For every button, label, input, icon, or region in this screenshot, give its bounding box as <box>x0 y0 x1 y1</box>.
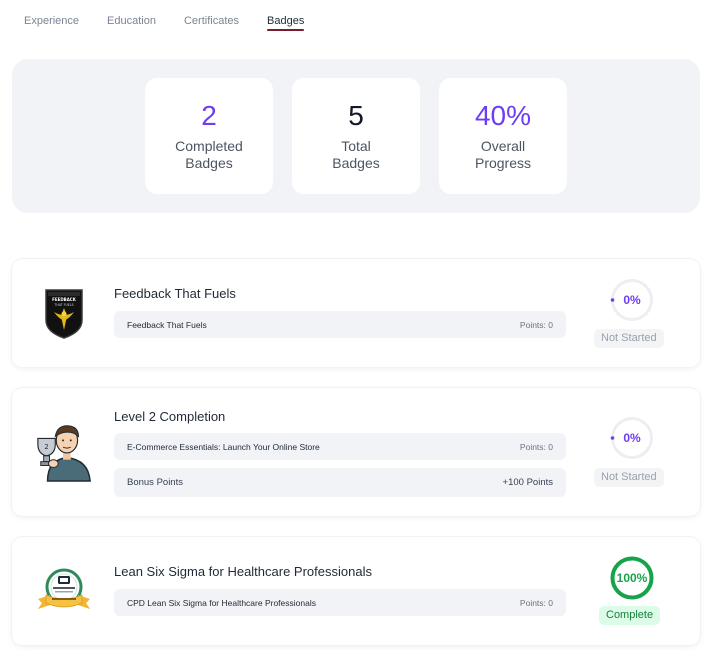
progress-percent: 0% <box>623 293 641 307</box>
bonus-points-row: Bonus Points +100 Points <box>114 468 566 497</box>
overall-progress-label: Overall Progress <box>474 138 532 171</box>
requirement-row: CPD Lean Six Sigma for Healthcare Profes… <box>114 589 566 616</box>
overall-progress-value: 40% <box>474 100 532 131</box>
tab-education[interactable]: Education <box>107 0 156 34</box>
total-badges-label: Total Badges <box>332 138 380 171</box>
progress-ring: 0% <box>610 416 654 460</box>
svg-text:FEEDBACK: FEEDBACK <box>52 297 77 302</box>
progress-percent: 100% <box>616 571 648 585</box>
requirement-points: Points: 0 <box>519 319 553 330</box>
completed-badges-label: Completed Badges <box>175 138 243 171</box>
requirement-row: Feedback That Fuels Points: 0 <box>114 311 566 338</box>
completed-badges-value: 2 <box>201 100 217 131</box>
progress-ring: 0% <box>610 278 654 322</box>
svg-text:THAT FUELS: THAT FUELS <box>53 303 73 307</box>
badge-title: Lean Six Sigma for Healthcare Profession… <box>114 564 372 579</box>
tab-certificates[interactable]: Certificates <box>184 0 239 34</box>
status-badge: Not Started <box>594 468 664 487</box>
progress-percent: 0% <box>623 431 641 445</box>
badge-card-level-2[interactable]: 2 Level 2 Completion E-Commerce Essentia… <box>12 388 700 516</box>
progress-ring: 100% <box>610 556 654 600</box>
svg-text:2: 2 <box>44 443 48 451</box>
profile-tabs: Experience Education Certificates Badges <box>24 0 332 34</box>
overall-progress-card: 40% Overall Progress <box>439 78 567 194</box>
requirement-row: E-Commerce Essentials: Launch Your Onlin… <box>114 433 566 460</box>
completed-badges-card: 2 Completed Badges <box>145 78 273 194</box>
requirement-points: Points: 0 <box>519 441 553 452</box>
bonus-points-value: +100 Points <box>502 477 553 488</box>
trophy-person-icon: 2 <box>34 416 94 486</box>
requirement-points: Points: 0 <box>519 597 553 608</box>
requirement-name: CPD Lean Six Sigma for Healthcare Profes… <box>127 597 316 608</box>
badge-card-feedback[interactable]: FEEDBACK THAT FUELS Feedback That Fuels … <box>12 259 700 367</box>
shield-badge-icon: FEEDBACK THAT FUELS <box>34 278 94 348</box>
badge-stats-panel: 2 Completed Badges 5 Total Badges 40% Ov… <box>12 59 700 213</box>
bonus-points-label: Bonus Points <box>127 477 183 488</box>
badge-title: Level 2 Completion <box>114 409 226 424</box>
tab-experience[interactable]: Experience <box>24 0 79 34</box>
badge-card-lean-six-sigma[interactable]: Lean Six Sigma for Healthcare Profession… <box>12 537 700 645</box>
tab-badges[interactable]: Badges <box>267 0 305 34</box>
total-badges-card: 5 Total Badges <box>292 78 420 194</box>
requirement-name: Feedback That Fuels <box>127 319 207 330</box>
requirement-name: E-Commerce Essentials: Launch Your Onlin… <box>127 441 320 452</box>
cpd-seal-icon <box>34 556 94 626</box>
total-badges-value: 5 <box>348 100 364 131</box>
status-badge: Complete <box>599 606 661 625</box>
status-badge: Not Started <box>594 329 664 348</box>
badge-title: Feedback That Fuels <box>114 286 236 301</box>
